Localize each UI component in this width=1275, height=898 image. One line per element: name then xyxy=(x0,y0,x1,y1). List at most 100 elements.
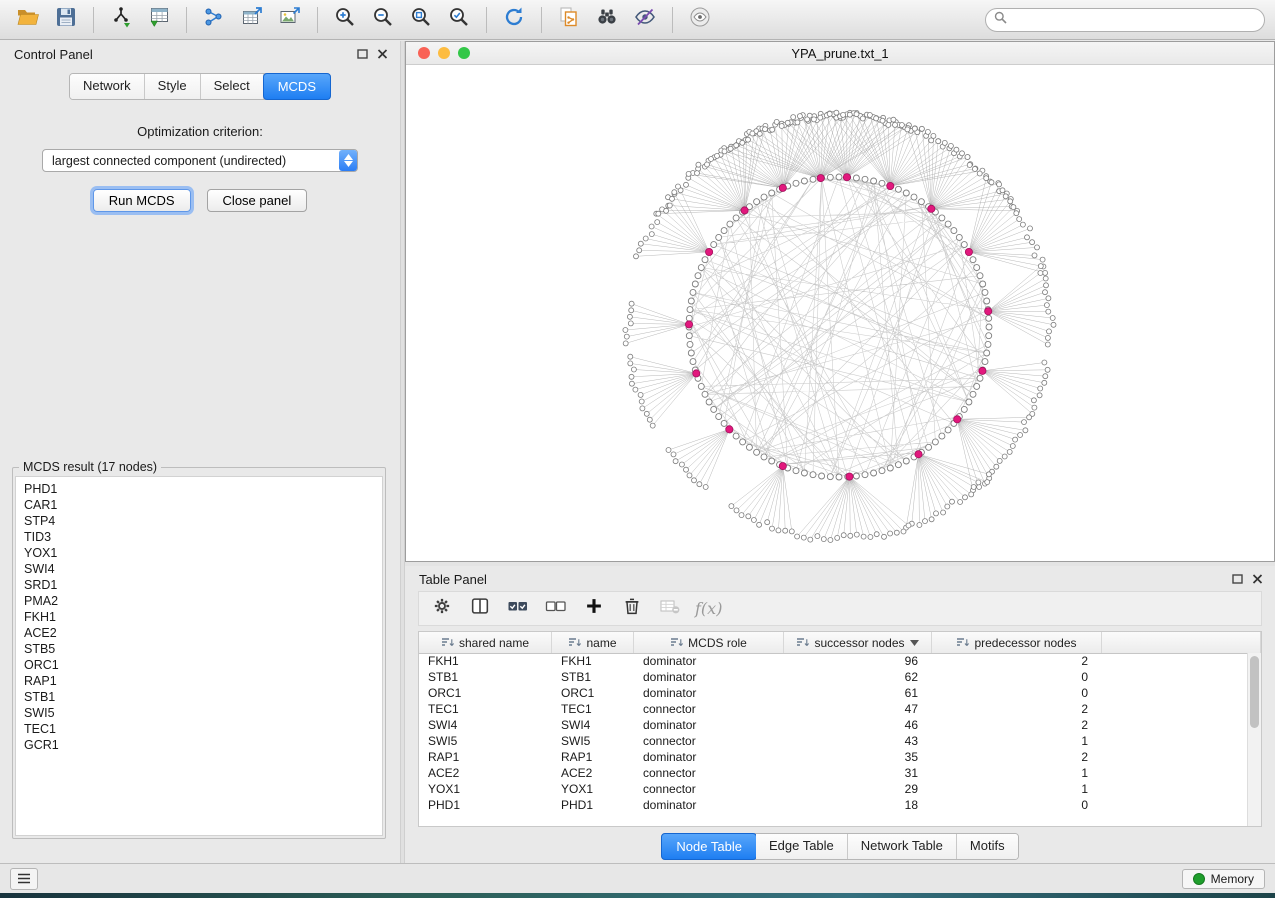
select-stepper-icon xyxy=(339,150,357,171)
mcds-result-item[interactable]: STP4 xyxy=(16,513,382,529)
zoom-fit-button[interactable] xyxy=(403,4,439,36)
table-row[interactable]: RAP1 RAP1 dominator 35 2 xyxy=(419,749,1248,765)
cell-predecessor-nodes: 2 xyxy=(932,653,1102,669)
mcds-result-item[interactable]: ORC1 xyxy=(16,657,382,673)
mcds-result-item[interactable]: CAR1 xyxy=(16,497,382,513)
mcds-result-list[interactable]: PHD1 CAR1 STP4 TID3 YOX1 SWI4 SRD1 PMA2 … xyxy=(15,476,383,836)
sort-icon xyxy=(956,637,969,648)
memory-button[interactable]: Memory xyxy=(1182,869,1265,889)
search-input[interactable] xyxy=(1012,12,1256,28)
tab-node-table[interactable]: Node Table xyxy=(661,833,757,860)
cell-successor-nodes: 96 xyxy=(784,653,932,669)
close-panel-icon[interactable] xyxy=(377,47,388,62)
export-image-button[interactable] xyxy=(272,4,308,36)
column-header-predecessor-nodes[interactable]: predecessor nodes xyxy=(932,632,1102,653)
column-header-name[interactable]: name xyxy=(552,632,634,653)
zoom-fit-icon xyxy=(409,5,433,34)
mcds-result-item[interactable]: RAP1 xyxy=(16,673,382,689)
tab-motifs[interactable]: Motifs xyxy=(957,834,1018,859)
column-header-mcds-role[interactable]: MCDS role xyxy=(634,632,784,653)
tab-mcds[interactable]: MCDS xyxy=(263,73,331,100)
table-row[interactable]: STB1 STB1 dominator 62 0 xyxy=(419,669,1248,685)
criterion-select[interactable]: largest connected component (undirected) xyxy=(42,149,358,172)
cell-mcds-role: connector xyxy=(634,701,784,717)
table-row[interactable]: ACE2 ACE2 connector 31 1 xyxy=(419,765,1248,781)
save-session-button[interactable] xyxy=(48,4,84,36)
cell-filler xyxy=(1102,669,1248,685)
table-row[interactable]: SWI5 SWI5 connector 43 1 xyxy=(419,733,1248,749)
open-folder-icon xyxy=(16,6,40,33)
tab-select[interactable]: Select xyxy=(201,74,264,99)
deselect-all-button[interactable] xyxy=(541,595,571,623)
network-canvas[interactable] xyxy=(406,65,1274,562)
apply-layout-button[interactable] xyxy=(496,4,532,36)
eye-slash-icon xyxy=(633,5,657,34)
add-column-button[interactable] xyxy=(579,595,609,623)
cell-successor-nodes: 47 xyxy=(784,701,932,717)
table-row[interactable]: ORC1 ORC1 dominator 61 0 xyxy=(419,685,1248,701)
table-row[interactable]: TEC1 TEC1 connector 47 2 xyxy=(419,701,1248,717)
cell-shared-name: YOX1 xyxy=(419,781,552,797)
mcds-result-item[interactable]: ACE2 xyxy=(16,625,382,641)
mcds-result-item[interactable]: TEC1 xyxy=(16,721,382,737)
tab-edge-table[interactable]: Edge Table xyxy=(756,834,848,859)
float-panel-icon[interactable] xyxy=(1232,572,1243,587)
copy-share-button[interactable] xyxy=(551,4,587,36)
clear-table-button[interactable] xyxy=(655,595,685,623)
scrollbar-thumb[interactable] xyxy=(1250,656,1259,728)
search-network-button[interactable] xyxy=(589,4,625,36)
show-graphics-button[interactable] xyxy=(682,4,718,36)
table-settings-button[interactable] xyxy=(427,595,457,623)
show-columns-button[interactable] xyxy=(465,595,495,623)
close-panel-icon[interactable] xyxy=(1252,572,1263,587)
zoom-out-button[interactable] xyxy=(365,4,401,36)
table-row[interactable]: YOX1 YOX1 connector 29 1 xyxy=(419,781,1248,797)
run-mcds-button[interactable]: Run MCDS xyxy=(93,189,191,212)
column-header-shared-name[interactable]: shared name xyxy=(419,632,552,653)
column-header-successor-nodes[interactable]: successor nodes xyxy=(784,632,932,653)
mcds-result-item[interactable]: PMA2 xyxy=(16,593,382,609)
delete-column-button[interactable] xyxy=(617,595,647,623)
export-network-button[interactable] xyxy=(196,4,232,36)
close-panel-button[interactable]: Close panel xyxy=(207,189,308,212)
mcds-result-title: MCDS result (17 nodes) xyxy=(19,460,161,474)
hide-detail-button[interactable] xyxy=(627,4,663,36)
cell-shared-name: RAP1 xyxy=(419,749,552,765)
application-window: Control Panel Network Style Select MCDS … xyxy=(0,0,1275,898)
tab-style[interactable]: Style xyxy=(145,74,201,99)
mcds-result-item[interactable]: STB5 xyxy=(16,641,382,657)
mcds-result-item[interactable]: SWI4 xyxy=(16,561,382,577)
zoom-selected-button[interactable] xyxy=(441,4,477,36)
quick-search[interactable] xyxy=(985,8,1265,32)
table-row[interactable]: PHD1 PHD1 dominator 18 0 xyxy=(419,797,1248,813)
import-table-button[interactable] xyxy=(141,4,177,36)
node-table[interactable]: shared name name MCDS role successor nod… xyxy=(418,631,1262,827)
mcds-result-item[interactable]: FKH1 xyxy=(16,609,382,625)
table-row[interactable]: SWI4 SWI4 dominator 46 2 xyxy=(419,717,1248,733)
network-titlebar[interactable]: YPA_prune.txt_1 xyxy=(406,42,1274,65)
mcds-result-item[interactable]: SWI5 xyxy=(16,705,382,721)
table-scrollbar[interactable] xyxy=(1247,653,1261,826)
mcds-result-item[interactable]: STB1 xyxy=(16,689,382,705)
binoculars-icon xyxy=(595,5,619,34)
mcds-result-item[interactable]: TID3 xyxy=(16,529,382,545)
cell-predecessor-nodes: 0 xyxy=(932,685,1102,701)
mcds-result-item[interactable]: YOX1 xyxy=(16,545,382,561)
optimization-criterion-label: Optimization criterion: xyxy=(0,124,400,139)
function-builder-button[interactable]: f(x) xyxy=(693,599,722,619)
float-panel-icon[interactable] xyxy=(357,47,368,62)
mcds-result-item[interactable]: SRD1 xyxy=(16,577,382,593)
network-view-window[interactable]: YPA_prune.txt_1 xyxy=(405,41,1275,562)
panel-menu-button[interactable] xyxy=(10,868,38,890)
tab-network-table[interactable]: Network Table xyxy=(848,834,957,859)
export-table-button[interactable] xyxy=(234,4,270,36)
table-row[interactable]: FKH1 FKH1 dominator 96 2 xyxy=(419,653,1248,669)
select-all-button[interactable] xyxy=(503,595,533,623)
mcds-result-item[interactable]: PHD1 xyxy=(16,481,382,497)
zoom-in-button[interactable] xyxy=(327,4,363,36)
tab-network[interactable]: Network xyxy=(70,74,145,99)
mcds-result-item[interactable]: GCR1 xyxy=(16,737,382,753)
open-session-button[interactable] xyxy=(10,4,46,36)
import-network-button[interactable] xyxy=(103,4,139,36)
sort-icon xyxy=(670,637,683,648)
